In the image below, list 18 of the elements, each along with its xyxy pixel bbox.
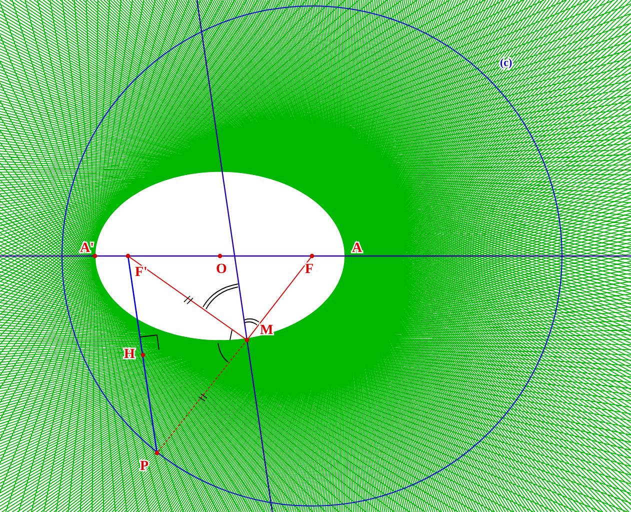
point-marker	[154, 450, 160, 456]
point-label: F	[305, 262, 314, 277]
right-angle-mark	[140, 334, 160, 350]
point-marker	[126, 254, 130, 258]
point-marker	[244, 338, 250, 342]
point-marker	[218, 254, 222, 258]
angle-arc	[218, 330, 232, 362]
angle-arc	[244, 318, 260, 326]
tick-mark	[198, 394, 208, 402]
point-label: F'	[135, 265, 148, 280]
point-label: M	[260, 323, 274, 338]
point-marker	[310, 254, 314, 258]
tick-mark	[184, 296, 194, 304]
point-marker	[92, 254, 98, 258]
angle-arc	[202, 284, 238, 310]
point-marker	[140, 352, 146, 358]
point-label: A	[352, 241, 362, 256]
point-label: O	[216, 262, 227, 277]
